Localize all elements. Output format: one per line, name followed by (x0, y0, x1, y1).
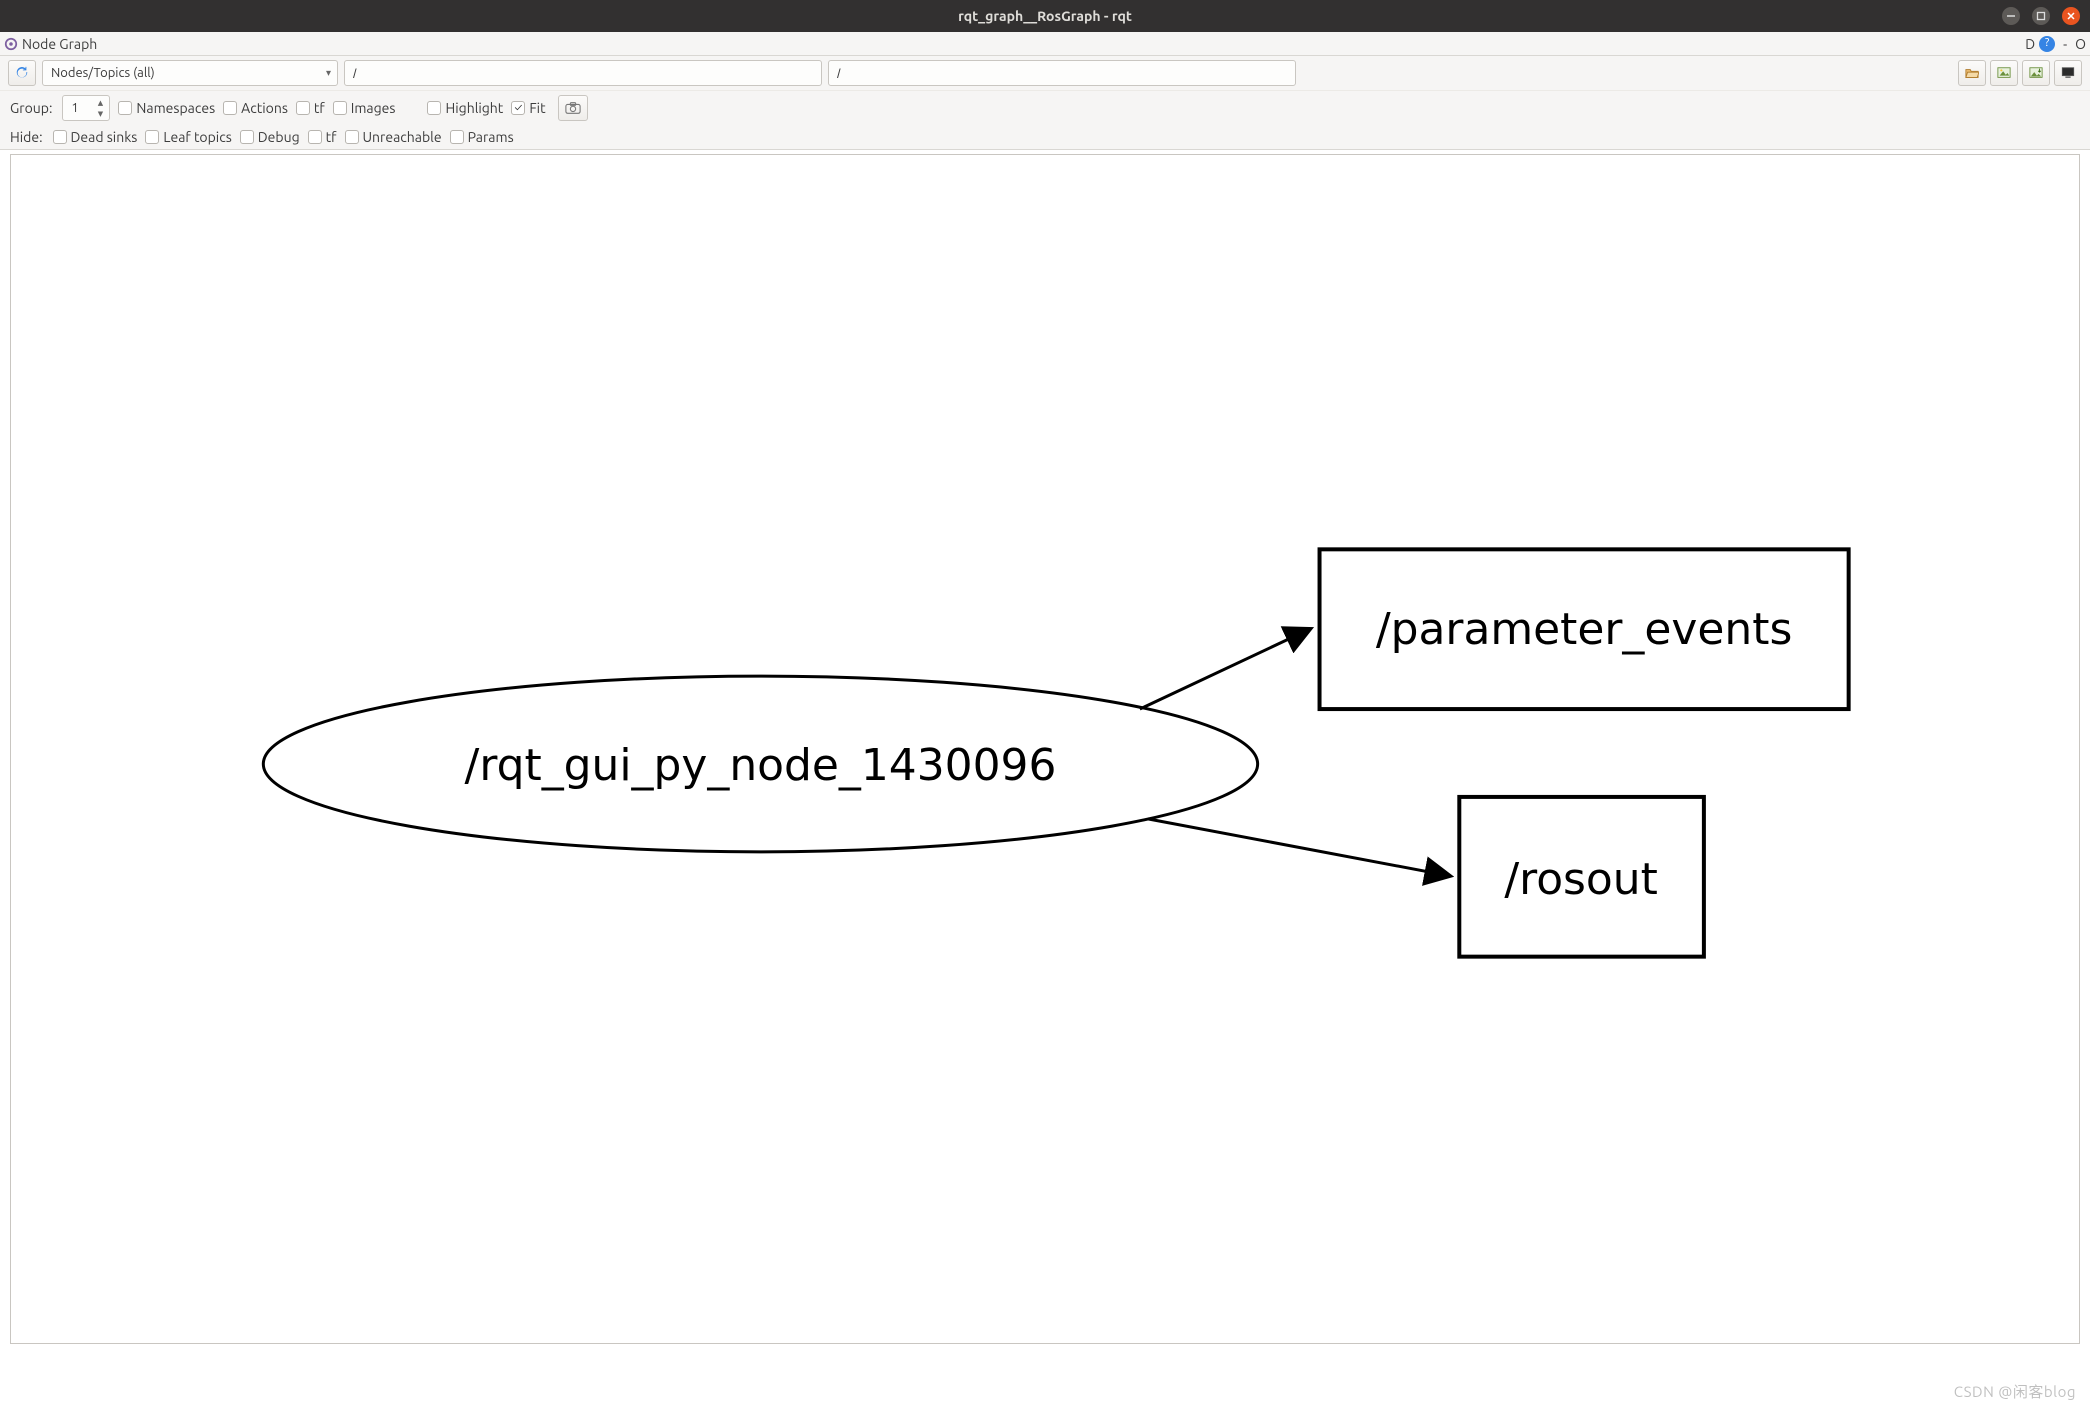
dash-icon[interactable]: - (2059, 37, 2071, 51)
chk-label: Actions (241, 100, 288, 116)
toolbar-row-1: Nodes/Topics (all) ▾ (0, 56, 2090, 91)
refresh-icon (15, 66, 29, 80)
checkbox-icon (145, 130, 159, 144)
chk-highlight[interactable]: Highlight (427, 100, 503, 116)
plugin-header: Node Graph D ? - O (0, 32, 2090, 56)
combo-selected-text: Nodes/Topics (all) (51, 66, 155, 80)
folder-open-icon (1965, 66, 1979, 80)
window-title: rqt_graph__RosGraph - rqt (0, 8, 2090, 24)
help-badge-icon[interactable]: ? (2039, 36, 2055, 52)
minimize-button[interactable] (2002, 7, 2020, 25)
checkbox-icon (427, 101, 441, 115)
plugin-header-right: D ? - O (2025, 36, 2086, 52)
graph-topic-rosout[interactable]: /rosout (1459, 797, 1704, 957)
options-row-group: Group: 1 ▲▼ Namespaces Actions tf Images… (0, 91, 2090, 125)
checkbox-icon (53, 130, 67, 144)
screen-icon (2061, 66, 2075, 80)
spin-down-icon: ▼ (93, 108, 107, 119)
hide-label: Hide: (10, 129, 43, 145)
graph-topic-label: /rosout (1504, 854, 1658, 905)
group-spinbox[interactable]: 1 ▲▼ (62, 95, 110, 121)
plugin-icon (4, 37, 18, 51)
maximize-icon (2036, 11, 2046, 21)
window-controls (1996, 0, 2086, 32)
chk-namespaces[interactable]: Namespaces (118, 100, 215, 116)
chevron-down-icon: ▾ (326, 67, 331, 79)
close-button[interactable] (2062, 7, 2080, 25)
chk-deadsinks[interactable]: Dead sinks (53, 129, 138, 145)
refresh-button[interactable] (8, 60, 36, 86)
checkbox-icon (223, 101, 237, 115)
chk-actions[interactable]: Actions (223, 100, 288, 116)
graph-topic-parameter-events[interactable]: /parameter_events (1320, 549, 1849, 709)
chk-label: Images (351, 100, 396, 116)
checkbox-icon (240, 130, 254, 144)
chk-label: Unreachable (363, 129, 442, 145)
screenshot-button[interactable] (558, 95, 588, 121)
checkbox-checked-icon (511, 101, 525, 115)
close-icon (2066, 11, 2076, 21)
chk-tf-group[interactable]: tf (296, 100, 325, 116)
plugin-title: Node Graph (22, 36, 97, 52)
chk-unreachable[interactable]: Unreachable (345, 129, 442, 145)
chk-label: Dead sinks (71, 129, 138, 145)
chk-fit[interactable]: Fit (511, 100, 545, 116)
node-filter-input[interactable] (344, 60, 822, 86)
chk-label: Debug (258, 129, 300, 145)
checkbox-icon (118, 101, 132, 115)
group-value: 1 (71, 101, 78, 115)
toolbar-icon-group (1958, 60, 2082, 86)
chk-debug[interactable]: Debug (240, 129, 300, 145)
save-dot-button[interactable] (2022, 60, 2050, 86)
toggle-dark-button[interactable] (2054, 60, 2082, 86)
label-D: D (2025, 37, 2035, 51)
chk-label: Namespaces (136, 100, 215, 116)
chk-label: tf (314, 100, 325, 116)
chk-leaftopics[interactable]: Leaf topics (145, 129, 231, 145)
save-image-button[interactable] (1990, 60, 2018, 86)
spin-arrows[interactable]: ▲▼ (93, 97, 107, 119)
graph-topic-label: /parameter_events (1376, 604, 1792, 655)
minimize-icon (2006, 11, 2016, 21)
picture-export-icon (2029, 66, 2043, 80)
edge-to-rosout (1148, 819, 1449, 876)
chk-label: Leaf topics (163, 129, 231, 145)
titlebar: rqt_graph__RosGraph - rqt (0, 0, 2090, 32)
graph-canvas[interactable]: /rqt_gui_py_node_1430096 /parameter_even… (10, 154, 2080, 1344)
group-label: Group: (10, 100, 52, 116)
options-row-hide: Hide: Dead sinks Leaf topics Debug tf Un… (0, 125, 2090, 150)
edge-to-parameter-events (1140, 629, 1310, 709)
open-button[interactable] (1958, 60, 1986, 86)
chk-label: Highlight (445, 100, 503, 116)
chk-label: tf (326, 129, 337, 145)
chk-images[interactable]: Images (333, 100, 396, 116)
watermark: CSDN @闲客blog (1954, 1381, 2076, 1402)
graph-node-label: /rqt_gui_py_node_1430096 (465, 740, 1057, 791)
chk-label: Params (468, 129, 514, 145)
spin-up-icon: ▲ (93, 97, 107, 108)
checkbox-icon (296, 101, 310, 115)
chk-label: Fit (529, 100, 545, 116)
camera-icon (565, 101, 581, 115)
view-mode-combo[interactable]: Nodes/Topics (all) ▾ (42, 60, 338, 86)
checkbox-icon (333, 101, 347, 115)
checkbox-icon (308, 130, 322, 144)
maximize-button[interactable] (2032, 7, 2050, 25)
checkbox-icon (345, 130, 359, 144)
chk-tf-hide[interactable]: tf (308, 129, 337, 145)
detach-O[interactable]: O (2075, 37, 2086, 51)
chk-params[interactable]: Params (450, 129, 514, 145)
checkbox-icon (450, 130, 464, 144)
graph-node-rqt-gui[interactable]: /rqt_gui_py_node_1430096 (263, 676, 1257, 852)
ros-graph-svg: /rqt_gui_py_node_1430096 /parameter_even… (11, 155, 2079, 1343)
picture-save-icon (1997, 66, 2011, 80)
topic-filter-input[interactable] (828, 60, 1296, 86)
